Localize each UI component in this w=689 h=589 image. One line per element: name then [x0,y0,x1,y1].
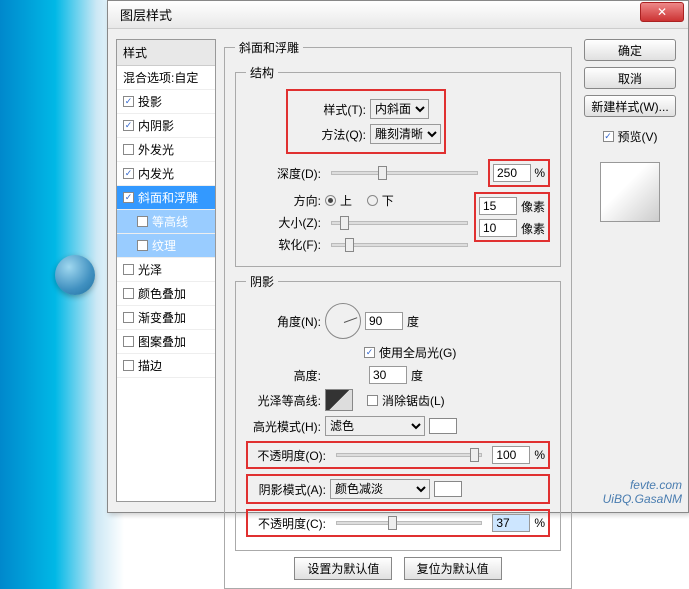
size-label: 大小(Z): [246,214,321,231]
checkbox-icon[interactable] [123,96,134,107]
style-contour[interactable]: 等高线 [117,210,215,234]
depth-slider[interactable] [331,171,478,175]
preview-checkbox[interactable] [603,131,614,142]
preview-label: 预览(V) [618,128,658,145]
right-column: 确定 取消 新建样式(W)... 预览(V) [580,39,680,502]
shadow-mode-label: 阴影模式(A): [251,481,326,498]
depth-input[interactable] [493,164,531,182]
direction-down-radio[interactable] [367,195,378,206]
preview-swatch [600,162,660,222]
soften-label: 软化(F): [246,236,321,253]
shadow-mode-select[interactable]: 颜色减淡 [330,479,430,499]
structure-legend: 结构 [246,64,278,81]
highlight-size-soften: 像素 像素 [474,192,550,242]
style-gradient-overlay[interactable]: 渐变叠加 [117,306,215,330]
gloss-contour-picker[interactable] [325,389,353,411]
size-input[interactable] [479,197,517,215]
global-light-label: 使用全局光(G) [379,344,456,361]
checkbox-icon[interactable] [123,288,134,299]
style-inner-glow[interactable]: 内发光 [117,162,215,186]
bevel-group: 斜面和浮雕 结构 样式(T): 内斜面 方法(Q): 雕刻清晰 [224,39,572,589]
cancel-button[interactable]: 取消 [584,67,676,89]
size-slider[interactable] [331,221,468,225]
angle-dial[interactable] [325,303,361,339]
antialias-label: 消除锯齿(L) [382,392,445,409]
shadow-opacity-label: 不透明度(C): [251,515,326,532]
soften-input[interactable] [479,219,517,237]
highlight-opacity-input[interactable] [492,446,530,464]
antialias-checkbox[interactable] [367,395,378,406]
shadow-color-swatch[interactable] [434,481,462,497]
direction-label: 方向: [246,192,321,209]
style-select[interactable]: 内斜面 [370,99,429,119]
checkbox-icon[interactable] [123,312,134,323]
checkbox-icon[interactable] [123,360,134,371]
layer-style-dialog: 图层样式 ✕ 样式 混合选项:自定 投影 内阴影 外发光 内发光 斜面和浮雕 等… [107,0,689,513]
ok-button[interactable]: 确定 [584,39,676,61]
depth-label: 深度(D): [246,165,321,182]
style-stroke[interactable]: 描边 [117,354,215,378]
decorative-sphere [55,255,95,295]
checkbox-icon[interactable] [123,168,134,179]
make-default-button[interactable]: 设置为默认值 [294,557,392,580]
style-texture[interactable]: 纹理 [117,234,215,258]
bevel-legend: 斜面和浮雕 [235,39,303,56]
gloss-contour-label: 光泽等高线: [246,392,321,409]
shading-group: 阴影 角度(N): 度 使用全局光(G) 高度: [235,273,561,551]
shadow-opacity-row: 不透明度(C): % [246,509,550,537]
style-inner-shadow[interactable]: 内阴影 [117,114,215,138]
checkbox-icon[interactable] [123,264,134,275]
reset-default-button[interactable]: 复位为默认值 [404,557,502,580]
style-drop-shadow[interactable]: 投影 [117,90,215,114]
dialog-title: 图层样式 [112,5,640,24]
highlight-opacity-slider[interactable] [336,453,482,457]
style-bevel-emboss[interactable]: 斜面和浮雕 [117,186,215,210]
blending-options[interactable]: 混合选项:自定 [117,66,215,90]
angle-input[interactable] [365,312,403,330]
shadow-mode-row: 阴影模式(A): 颜色减淡 [246,474,550,504]
highlight-mode-label: 高光模式(H): [246,418,321,435]
style-label: 样式(T): [291,101,366,118]
angle-label: 角度(N): [246,313,321,330]
technique-label: 方法(Q): [291,126,366,143]
checkbox-icon[interactable] [123,336,134,347]
shadow-opacity-slider[interactable] [336,521,482,525]
style-satin[interactable]: 光泽 [117,258,215,282]
style-list: 样式 混合选项:自定 投影 内阴影 外发光 内发光 斜面和浮雕 等高线 纹理 光… [116,39,216,502]
highlight-mode-select[interactable]: 滤色 [325,416,425,436]
altitude-label: 高度: [246,367,321,384]
checkbox-icon[interactable] [123,120,134,131]
highlight-style-technique: 样式(T): 内斜面 方法(Q): 雕刻清晰 [286,89,446,154]
soften-slider[interactable] [331,243,468,247]
style-color-overlay[interactable]: 颜色叠加 [117,282,215,306]
highlight-color-swatch[interactable] [429,418,457,434]
highlight-opacity-label: 不透明度(O): [251,447,326,464]
style-list-header: 样式 [117,40,215,66]
highlight-depth: % [488,159,550,187]
style-pattern-overlay[interactable]: 图案叠加 [117,330,215,354]
main-panel: 斜面和浮雕 结构 样式(T): 内斜面 方法(Q): 雕刻清晰 [224,39,572,502]
altitude-input[interactable] [369,366,407,384]
style-outer-glow[interactable]: 外发光 [117,138,215,162]
new-style-button[interactable]: 新建样式(W)... [584,95,676,117]
technique-select[interactable]: 雕刻清晰 [370,124,441,144]
titlebar[interactable]: 图层样式 ✕ [108,1,688,29]
checkbox-icon[interactable] [137,240,148,251]
close-button[interactable]: ✕ [640,2,684,22]
checkbox-icon[interactable] [137,216,148,227]
checkbox-icon[interactable] [123,192,134,203]
checkbox-icon[interactable] [123,144,134,155]
shadow-opacity-input[interactable] [492,514,530,532]
structure-group: 结构 样式(T): 内斜面 方法(Q): 雕刻清晰 深度(D): [235,64,561,267]
direction-up-radio[interactable] [325,195,336,206]
shading-legend: 阴影 [246,273,278,290]
highlight-opacity-row: 不透明度(O): % [246,441,550,469]
global-light-checkbox[interactable] [364,347,375,358]
